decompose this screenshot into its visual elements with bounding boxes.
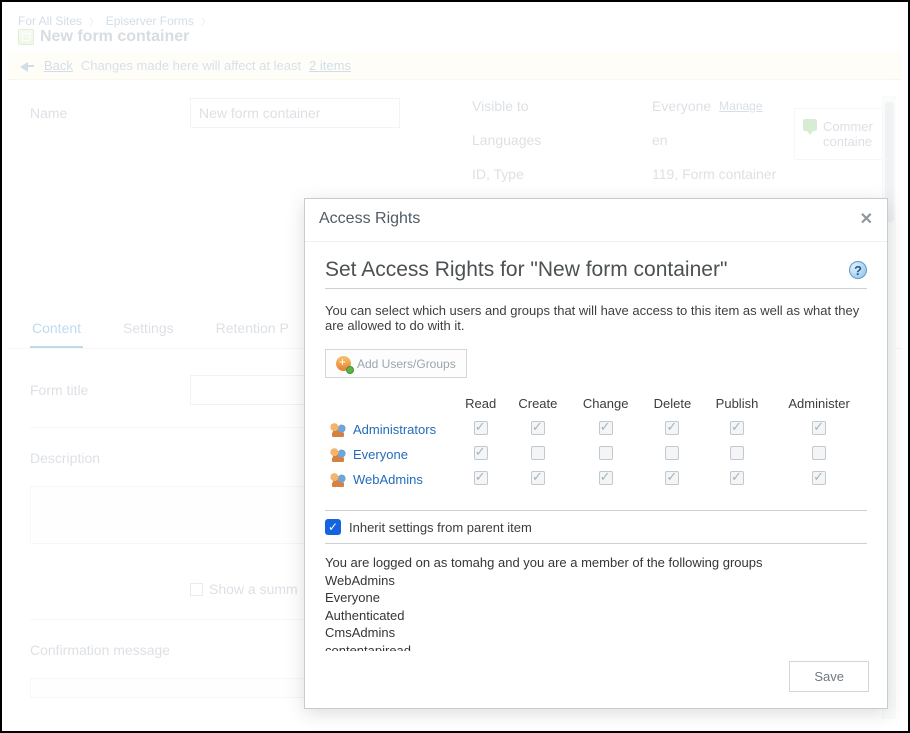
add-user-icon	[336, 356, 351, 371]
table-row: Everyone	[325, 442, 867, 467]
perm-checkbox[interactable]	[474, 446, 488, 460]
help-icon[interactable]: ?	[849, 261, 867, 279]
dialog-header: Access Rights	[319, 210, 420, 228]
perm-checkbox[interactable]	[665, 446, 679, 460]
perm-checkbox[interactable]	[599, 446, 613, 460]
perm-checkbox[interactable]	[531, 446, 545, 460]
dialog-title: Set Access Rights for "New form containe…	[325, 258, 727, 282]
add-users-groups-label: Add Users/Groups	[357, 357, 456, 371]
perm-checkbox[interactable]	[730, 421, 744, 435]
save-button[interactable]: Save	[789, 661, 869, 692]
group-membership-item: CmsAdmins	[325, 624, 867, 642]
perm-checkbox[interactable]	[730, 471, 744, 485]
table-row: WebAdmins	[325, 467, 867, 492]
inherit-label: Inherit settings from parent item	[349, 520, 532, 535]
group-membership-item: contentapiread	[325, 642, 867, 651]
table-row: Administrators	[325, 417, 867, 442]
perm-checkbox[interactable]	[665, 421, 679, 435]
logged-on-text: You are logged on as tomahg and you are …	[325, 554, 867, 572]
group-link[interactable]: Everyone	[353, 447, 408, 462]
perm-checkbox[interactable]	[474, 471, 488, 485]
perm-checkbox[interactable]	[812, 421, 826, 435]
perm-checkbox[interactable]	[531, 421, 545, 435]
group-link[interactable]: Administrators	[353, 422, 436, 437]
inherit-checkbox[interactable]: ✓	[325, 519, 341, 535]
add-users-groups-button[interactable]: Add Users/Groups	[325, 349, 467, 378]
perm-checkbox[interactable]	[812, 446, 826, 460]
col-change: Change	[569, 392, 642, 417]
dialog-description: You can select which users and groups th…	[325, 303, 867, 333]
perm-checkbox[interactable]	[599, 421, 613, 435]
group-membership-item: WebAdmins	[325, 572, 867, 590]
perm-checkbox[interactable]	[474, 421, 488, 435]
perm-checkbox[interactable]	[730, 446, 744, 460]
perm-checkbox[interactable]	[531, 471, 545, 485]
col-administer: Administer	[771, 392, 867, 417]
col-read: Read	[455, 392, 506, 417]
close-icon[interactable]: ✕	[860, 209, 873, 229]
col-delete: Delete	[642, 392, 703, 417]
group-membership-item: Everyone	[325, 589, 867, 607]
col-create: Create	[506, 392, 569, 417]
perm-checkbox[interactable]	[599, 471, 613, 485]
access-rights-dialog: Access Rights ✕ Set Access Rights for "N…	[304, 198, 888, 709]
group-icon	[329, 473, 347, 487]
perm-checkbox[interactable]	[665, 471, 679, 485]
group-membership-item: Authenticated	[325, 607, 867, 625]
perm-checkbox[interactable]	[812, 471, 826, 485]
permissions-table: Read Create Change Delete Publish Admini…	[325, 392, 867, 492]
col-publish: Publish	[703, 392, 771, 417]
group-icon	[329, 423, 347, 437]
group-icon	[329, 448, 347, 462]
group-link[interactable]: WebAdmins	[353, 472, 423, 487]
